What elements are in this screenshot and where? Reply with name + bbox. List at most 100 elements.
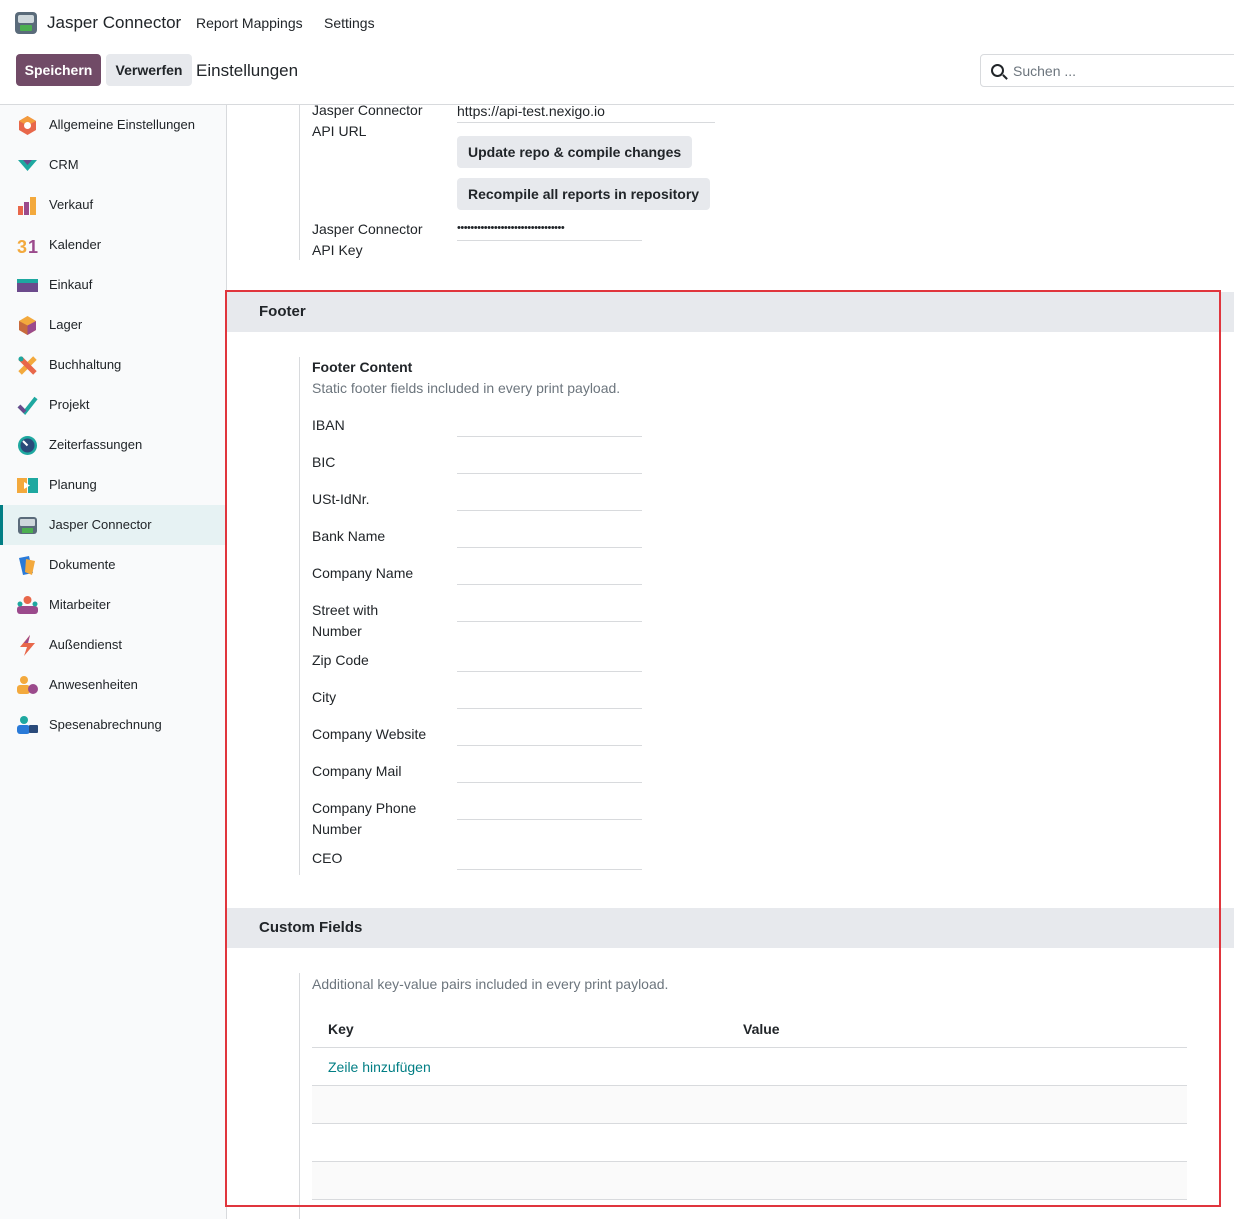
sidebar-item-label: Allgemeine Einstellungen	[49, 117, 195, 132]
field-label-iban: IBAN	[312, 417, 345, 433]
sidebar-item-crm[interactable]: CRM	[0, 145, 226, 185]
api-key-label-1: Jasper Connector	[312, 221, 423, 237]
footer-section-header: Footer	[227, 292, 1234, 332]
field-label-phone-2: Number	[312, 821, 362, 837]
section-divider	[299, 973, 300, 1219]
company-name-input[interactable]	[457, 584, 642, 585]
timesheet-icon	[18, 436, 37, 455]
sidebar-item-label: Projekt	[49, 397, 90, 412]
field-label-mail: Company Mail	[312, 763, 402, 779]
inventory-icon	[19, 316, 36, 335]
field-label-bic: BIC	[312, 454, 336, 470]
vat-input[interactable]	[457, 510, 642, 511]
field-label-website: Company Website	[312, 726, 427, 742]
zip-input[interactable]	[457, 671, 642, 672]
app-title[interactable]: Jasper Connector	[47, 13, 181, 33]
table-row-divider	[312, 1199, 1187, 1200]
sidebar-item-inventory[interactable]: Lager	[0, 305, 226, 345]
field-label-company-name: Company Name	[312, 565, 414, 581]
sidebar-item-label: Verkauf	[49, 197, 94, 212]
sidebar-item-label: CRM	[49, 157, 79, 172]
api-url-input[interactable]: https://api-test.nexigo.io	[457, 103, 605, 119]
iban-input[interactable]	[457, 436, 642, 437]
table-row	[312, 1162, 1187, 1199]
sidebar-item-label: Lager	[49, 317, 83, 332]
sidebar-item-project[interactable]: Projekt	[0, 385, 226, 425]
add-row-link[interactable]: Zeile hinzufügen	[328, 1059, 431, 1075]
menu-settings[interactable]: Settings	[324, 15, 375, 31]
documents-icon	[19, 556, 35, 575]
mail-input[interactable]	[457, 782, 642, 783]
custom-fields-help: Additional key-value pairs included in e…	[312, 976, 669, 992]
sidebar-item-accounting[interactable]: Buchhaltung	[0, 345, 226, 385]
calendar-icon: 31	[17, 237, 38, 256]
sidebar-item-label: Mitarbeiter	[49, 597, 111, 612]
table-row-divider	[312, 1123, 1187, 1124]
field-label-ceo: CEO	[312, 850, 343, 866]
column-header-value[interactable]: Value	[743, 1021, 780, 1037]
settings-sidebar: Allgemeine Einstellungen CRM Verkauf 31 …	[0, 105, 227, 1219]
svg-text:1: 1	[28, 237, 38, 256]
city-input[interactable]	[457, 708, 642, 709]
section-divider	[299, 357, 300, 875]
footer-section-title: Footer	[259, 303, 306, 320]
custom-fields-section-header: Custom Fields	[227, 908, 1234, 948]
field-label-street: Street with	[312, 602, 379, 618]
sidebar-item-label: Kalender	[49, 237, 102, 252]
discard-button[interactable]: Verwerfen	[106, 54, 192, 86]
general-settings-icon	[19, 116, 36, 135]
field-service-icon	[20, 635, 35, 656]
field-label-city: City	[312, 689, 337, 705]
save-button[interactable]: Speichern	[16, 54, 101, 86]
search-icon	[991, 64, 1004, 77]
sales-icon	[18, 197, 36, 215]
api-url-label-1: Jasper Connector	[312, 102, 423, 118]
update-repo-button[interactable]: Update repo & compile changes	[457, 136, 693, 168]
field-label-vat: USt-IdNr.	[312, 491, 370, 507]
bank-name-input[interactable]	[457, 547, 642, 548]
input-underline	[457, 122, 715, 123]
sidebar-item-purchase[interactable]: Einkauf	[0, 265, 226, 305]
phone-input[interactable]	[457, 819, 642, 820]
sidebar-item-documents[interactable]: Dokumente	[0, 545, 226, 585]
input-underline	[457, 240, 642, 241]
sidebar-item-label: Planung	[49, 477, 97, 492]
ceo-input[interactable]	[457, 869, 642, 870]
api-key-input[interactable]: ••••••••••••••••••••••••••••••••	[457, 222, 565, 234]
jasper-connector-app-icon[interactable]	[15, 12, 37, 34]
sidebar-item-general-settings[interactable]: Allgemeine Einstellungen	[0, 105, 226, 145]
api-url-label-2: API URL	[312, 123, 367, 139]
employees-icon	[17, 596, 38, 614]
sidebar-item-label: Dokumente	[49, 557, 116, 572]
bic-input[interactable]	[457, 473, 642, 474]
accounting-icon	[18, 356, 37, 375]
table-header-divider	[312, 1047, 1187, 1048]
menu-report-mappings[interactable]: Report Mappings	[196, 15, 303, 31]
footer-content-title: Footer Content	[312, 359, 413, 375]
sidebar-item-label: Jasper Connector	[49, 517, 152, 532]
sidebar-item-employees[interactable]: Mitarbeiter	[0, 585, 226, 625]
recompile-reports-button[interactable]: Recompile all reports in repository	[457, 178, 711, 210]
sidebar-item-label: Einkauf	[49, 277, 93, 292]
search-box[interactable]	[980, 54, 1234, 87]
section-divider	[299, 105, 300, 260]
sidebar-item-field-service[interactable]: Außendienst	[0, 625, 226, 665]
field-label-zip: Zip Code	[312, 652, 369, 668]
sidebar-item-calendar[interactable]: 31 Kalender	[0, 225, 226, 265]
sidebar-item-expenses[interactable]: Spesenabrechnung	[0, 705, 226, 745]
column-header-key[interactable]: Key	[328, 1021, 354, 1037]
sidebar-item-jasper-connector[interactable]: Jasper Connector	[0, 505, 226, 545]
field-label-bank-name: Bank Name	[312, 528, 386, 544]
purchase-icon	[17, 279, 38, 292]
sidebar-item-attendances[interactable]: Anwesenheiten	[0, 665, 226, 705]
field-label-phone: Company Phone	[312, 800, 417, 816]
search-input[interactable]	[1013, 61, 1223, 81]
api-key-label-2: API Key	[312, 242, 363, 258]
sidebar-item-timesheets[interactable]: Zeiterfassungen	[0, 425, 226, 465]
street-input[interactable]	[457, 621, 642, 622]
sidebar-item-sales[interactable]: Verkauf	[0, 185, 226, 225]
custom-fields-section-title: Custom Fields	[259, 919, 363, 936]
sidebar-item-label: Buchhaltung	[49, 357, 122, 372]
sidebar-item-planning[interactable]: Planung	[0, 465, 226, 505]
website-input[interactable]	[457, 745, 642, 746]
